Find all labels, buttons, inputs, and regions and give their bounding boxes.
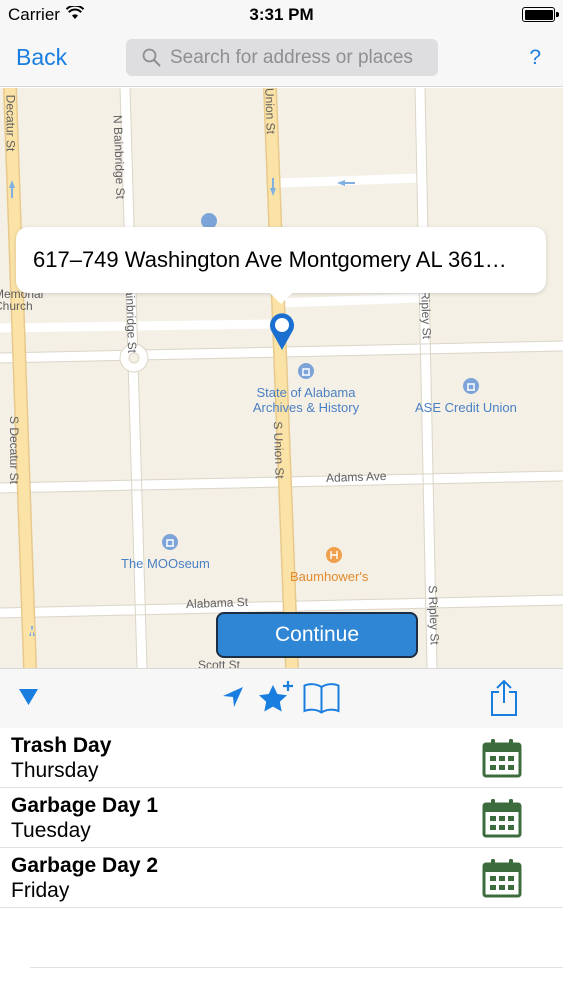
map-streets <box>0 88 563 668</box>
street-label: Scott St <box>198 658 241 668</box>
location-arrow-icon[interactable] <box>222 686 244 713</box>
map-view[interactable]: Decatur St N Bainbridge St Union St Bain… <box>0 88 563 668</box>
search-input[interactable] <box>170 39 432 76</box>
schedule-list: Trash Day Thursday Garbage Day 1 Tuesday <box>0 728 563 968</box>
status-bar: Carrier 3:31 PM <box>0 0 563 30</box>
calendar-icon[interactable] <box>482 858 522 903</box>
address-callout[interactable]: 617–749 Washington Ave Montgomery AL 361… <box>16 227 546 293</box>
calendar-icon[interactable] <box>482 798 522 843</box>
schedule-title: Trash Day <box>11 734 112 757</box>
list-item[interactable]: Trash Day Thursday <box>0 728 563 788</box>
poi-label-baumhowers[interactable]: Baumhower's <box>290 569 368 584</box>
callout-tail <box>268 291 294 304</box>
street-label: S Decatur St <box>7 415 22 485</box>
list-item[interactable]: Garbage Day 1 Tuesday <box>0 788 563 848</box>
schedule-title: Garbage Day 1 <box>11 794 159 817</box>
schedule-day: Friday <box>11 879 70 902</box>
calendar-icon[interactable] <box>482 738 522 783</box>
list-item[interactable]: Garbage Day 2 Friday <box>0 848 563 908</box>
add-favorite-star-icon[interactable] <box>256 679 294 720</box>
help-button[interactable]: ? <box>529 46 541 70</box>
map-toolbar <box>0 668 563 728</box>
schedule-day: Tuesday <box>11 819 91 842</box>
search-bar[interactable] <box>126 39 438 76</box>
street-label: Adams Ave <box>325 468 387 486</box>
navigation-bar: Back ? <box>0 30 563 87</box>
back-button[interactable]: Back <box>16 44 67 71</box>
poi-label-ase-credit-union[interactable]: ASE Credit Union <box>415 400 517 415</box>
continue-button[interactable]: Continue <box>216 612 418 658</box>
battery-icon <box>522 7 559 22</box>
book-icon[interactable] <box>303 682 340 719</box>
poi-label-mooseum[interactable]: The MOOseum <box>121 556 210 571</box>
search-icon <box>142 48 161 72</box>
collapse-triangle-icon[interactable] <box>19 689 38 710</box>
schedule-title: Garbage Day 2 <box>11 854 159 877</box>
street-label: S Union St <box>270 421 287 479</box>
street-label: N Bainbridge St <box>110 114 128 200</box>
street-label: Ripley St <box>418 290 434 340</box>
street-label: Union St <box>262 88 278 135</box>
status-time: 3:31 PM <box>249 5 314 24</box>
location-pin-icon[interactable] <box>268 312 296 357</box>
street-label: Decatur St <box>3 94 18 152</box>
empty-list-row <box>30 908 563 968</box>
street-label: S Ripley St <box>425 585 442 645</box>
share-icon[interactable] <box>490 679 518 722</box>
poi-label-archives[interactable]: State of Alabama Archives & History <box>240 385 372 415</box>
schedule-day: Thursday <box>11 759 99 782</box>
street-label: Alabama St <box>185 594 249 612</box>
